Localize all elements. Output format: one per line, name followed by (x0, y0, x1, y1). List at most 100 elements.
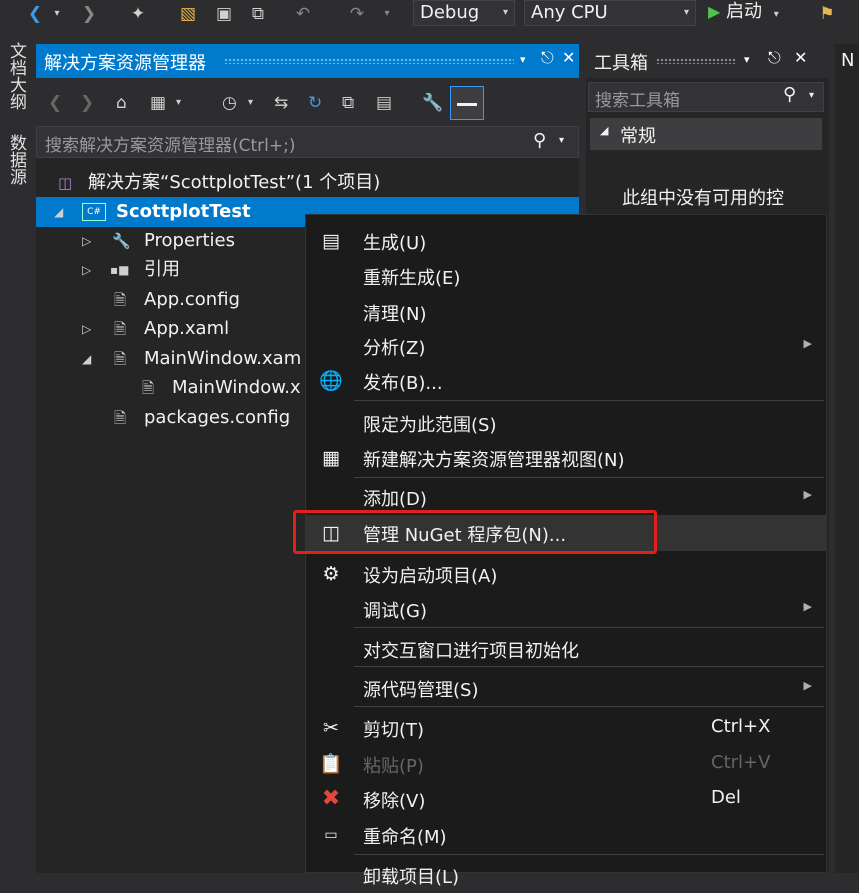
menu-separator (354, 400, 824, 401)
attach-icon[interactable]: ⚑ (816, 2, 838, 26)
show-all-files-icon[interactable]: ▤ (376, 91, 392, 115)
menu-item-shortcut: Ctrl+X (711, 716, 771, 737)
drag-grip[interactable] (224, 58, 514, 64)
chevron-down-icon[interactable]: ▾ (559, 135, 564, 146)
platform-value: Any CPU (531, 2, 608, 23)
menu-item-source-control[interactable]: 源代码管理(S) ▶ (306, 670, 826, 706)
switch-views-icon[interactable]: ▦ (150, 91, 166, 115)
new-project-icon[interactable]: ✦ (127, 2, 149, 26)
tree-item-label: 引用 (144, 259, 180, 280)
preview-toggle-button[interactable] (450, 86, 484, 120)
menu-item-new-explorer-view[interactable]: ▦ 新建解决方案资源管理器视图(N) (306, 440, 826, 476)
chevron-down-icon[interactable]: ▾ (809, 90, 814, 101)
chevron-down-icon: ▾ (773, 9, 779, 20)
expanded-arrow-icon[interactable]: ◢ (54, 197, 63, 227)
toolbox-group-general[interactable]: ◢ 常规 (590, 118, 822, 150)
rename-icon: ▭ (324, 827, 338, 843)
collapsed-arrow-icon[interactable]: ▷ (82, 255, 91, 285)
navigate-back-icon[interactable]: ❮ (24, 2, 46, 26)
solution-explorer-search[interactable]: 搜索解决方案资源管理器(Ctrl+;) ⚲ ▾ (36, 126, 579, 158)
close-icon[interactable]: ✕ (794, 48, 807, 67)
chevron-down-icon[interactable]: ▾ (380, 2, 394, 26)
panel-title: 工具箱 (594, 53, 648, 74)
forward-icon[interactable]: ❯ (80, 91, 94, 115)
collapse-all-icon[interactable]: ⧉ (342, 91, 354, 115)
highlight-box (293, 510, 657, 554)
menu-separator (354, 477, 824, 478)
new-view-icon: ▦ (322, 447, 340, 469)
chevron-down-icon: ▾ (683, 7, 689, 18)
chevron-down-icon[interactable]: ▾ (744, 53, 750, 66)
tree-item-label: Properties (144, 230, 235, 251)
menu-separator (354, 666, 824, 667)
expanded-arrow-icon[interactable]: ◢ (82, 344, 91, 374)
drag-grip[interactable] (656, 58, 736, 64)
tree-item-solution[interactable]: ◫ 解决方案“ScottplotTest”(1 个项目) (36, 168, 579, 198)
menu-item-label: 重新生成(E) (363, 268, 461, 289)
menu-item-label: 移除(V) (363, 791, 426, 812)
menu-item-label: 分析(Z) (363, 338, 426, 359)
configuration-select[interactable]: Debug ▾ (413, 0, 515, 26)
configuration-value: Debug (420, 2, 480, 23)
menu-item-label: 限定为此范围(S) (363, 415, 497, 436)
menu-item-remove[interactable]: ✖ 移除(V) Del (306, 781, 826, 817)
toolbox-search[interactable]: 搜索工具箱 ⚲ ▾ (588, 82, 824, 112)
navigate-forward-icon[interactable]: ❯ (78, 2, 100, 26)
search-icon[interactable]: ⚲ (533, 130, 546, 151)
tree-item-label: packages.config (144, 407, 291, 428)
menu-item-cut[interactable]: ✂ 剪切(T) Ctrl+X (306, 710, 826, 746)
open-folder-icon[interactable]: ▧ (176, 2, 200, 26)
submenu-arrow-icon: ▶ (803, 679, 812, 692)
pin-icon[interactable]: ⎋ (541, 48, 554, 68)
menu-item-rebuild[interactable]: 重新生成(E) (306, 258, 826, 294)
search-input[interactable]: 搜索解决方案资源管理器(Ctrl+;) (45, 131, 295, 156)
refresh-icon[interactable]: ↻ (308, 91, 322, 115)
menu-item-build[interactable]: ▤ 生成(U) (306, 223, 826, 259)
properties-icon[interactable]: 🔧 (422, 91, 443, 115)
collapsed-arrow-icon[interactable]: ▷ (82, 314, 91, 344)
collapsed-arrow-icon[interactable]: ▷ (82, 226, 91, 256)
preview-icon (457, 103, 477, 106)
redo-icon[interactable]: ↷ (346, 2, 368, 26)
menu-item-unload-project[interactable]: 卸载项目(L) (306, 857, 826, 893)
menu-item-label: 新建解决方案资源管理器视图(N) (363, 450, 625, 471)
menu-item-init-interactive[interactable]: 对交互窗口进行项目初始化 (306, 631, 826, 667)
references-icon: ▪■ (110, 263, 130, 277)
menu-item-label: 设为启动项目(A) (363, 566, 498, 587)
save-all-icon[interactable]: ⧉ (246, 2, 270, 26)
home-icon[interactable]: ⌂ (116, 91, 127, 115)
menu-item-debug[interactable]: 调试(G) ▶ (306, 591, 826, 627)
chevron-down-icon[interactable]: ▾ (176, 91, 181, 115)
tab-data-sources[interactable]: 数据源 (4, 134, 29, 185)
chevron-down-icon[interactable]: ▾ (248, 91, 253, 115)
chevron-down-icon[interactable]: ▾ (50, 2, 64, 26)
panel-title: 解决方案资源管理器 (44, 53, 206, 74)
tab-document-outline[interactable]: 文档大纲 (4, 42, 29, 110)
start-button[interactable]: ▶ 启动 ▾ (708, 0, 779, 26)
menu-item-rename[interactable]: ▭ 重命名(M) (306, 817, 826, 853)
platform-select[interactable]: Any CPU ▾ (524, 0, 696, 26)
search-icon[interactable]: ⚲ (783, 84, 796, 105)
chevron-down-icon[interactable]: ▾ (520, 53, 526, 66)
menu-item-paste[interactable]: 📋 粘贴(P) Ctrl+V (306, 746, 826, 782)
toolbox-search-input[interactable]: 搜索工具箱 (595, 86, 680, 111)
menu-item-scope-to-this[interactable]: 限定为此范围(S) (306, 405, 826, 441)
menu-item-label: 粘贴(P) (363, 756, 424, 777)
undo-icon[interactable]: ↶ (292, 2, 314, 26)
menu-item-set-startup[interactable]: ⚙ 设为启动项目(A) (306, 556, 826, 592)
sync-icon[interactable]: ⇆ (274, 91, 288, 115)
pin-icon[interactable]: ⎋ (768, 48, 781, 68)
menu-item-analyze[interactable]: 分析(Z) ▶ (306, 328, 826, 364)
right-dock-panel: N (835, 44, 859, 873)
menu-item-clean[interactable]: 清理(N) (306, 294, 826, 330)
close-icon[interactable]: ✕ (562, 48, 575, 67)
config-file-icon: 🗎 (114, 409, 127, 427)
config-file-icon: 🗎 (114, 291, 127, 309)
main-toolbar: ❮ ▾ ❯ ✦ ▧ ▣ ⧉ ↶ ↷ ▾ Debug ▾ Any CPU ▾ ▶ … (0, 0, 859, 34)
save-icon[interactable]: ▣ (213, 2, 235, 26)
pending-changes-icon[interactable]: ◷ (222, 91, 237, 115)
menu-item-label: 发布(B)... (363, 373, 443, 394)
menu-item-publish[interactable]: 🌐 发布(B)... (306, 363, 826, 399)
right-tab-label[interactable]: N (841, 50, 854, 71)
back-icon[interactable]: ❮ (48, 91, 62, 115)
